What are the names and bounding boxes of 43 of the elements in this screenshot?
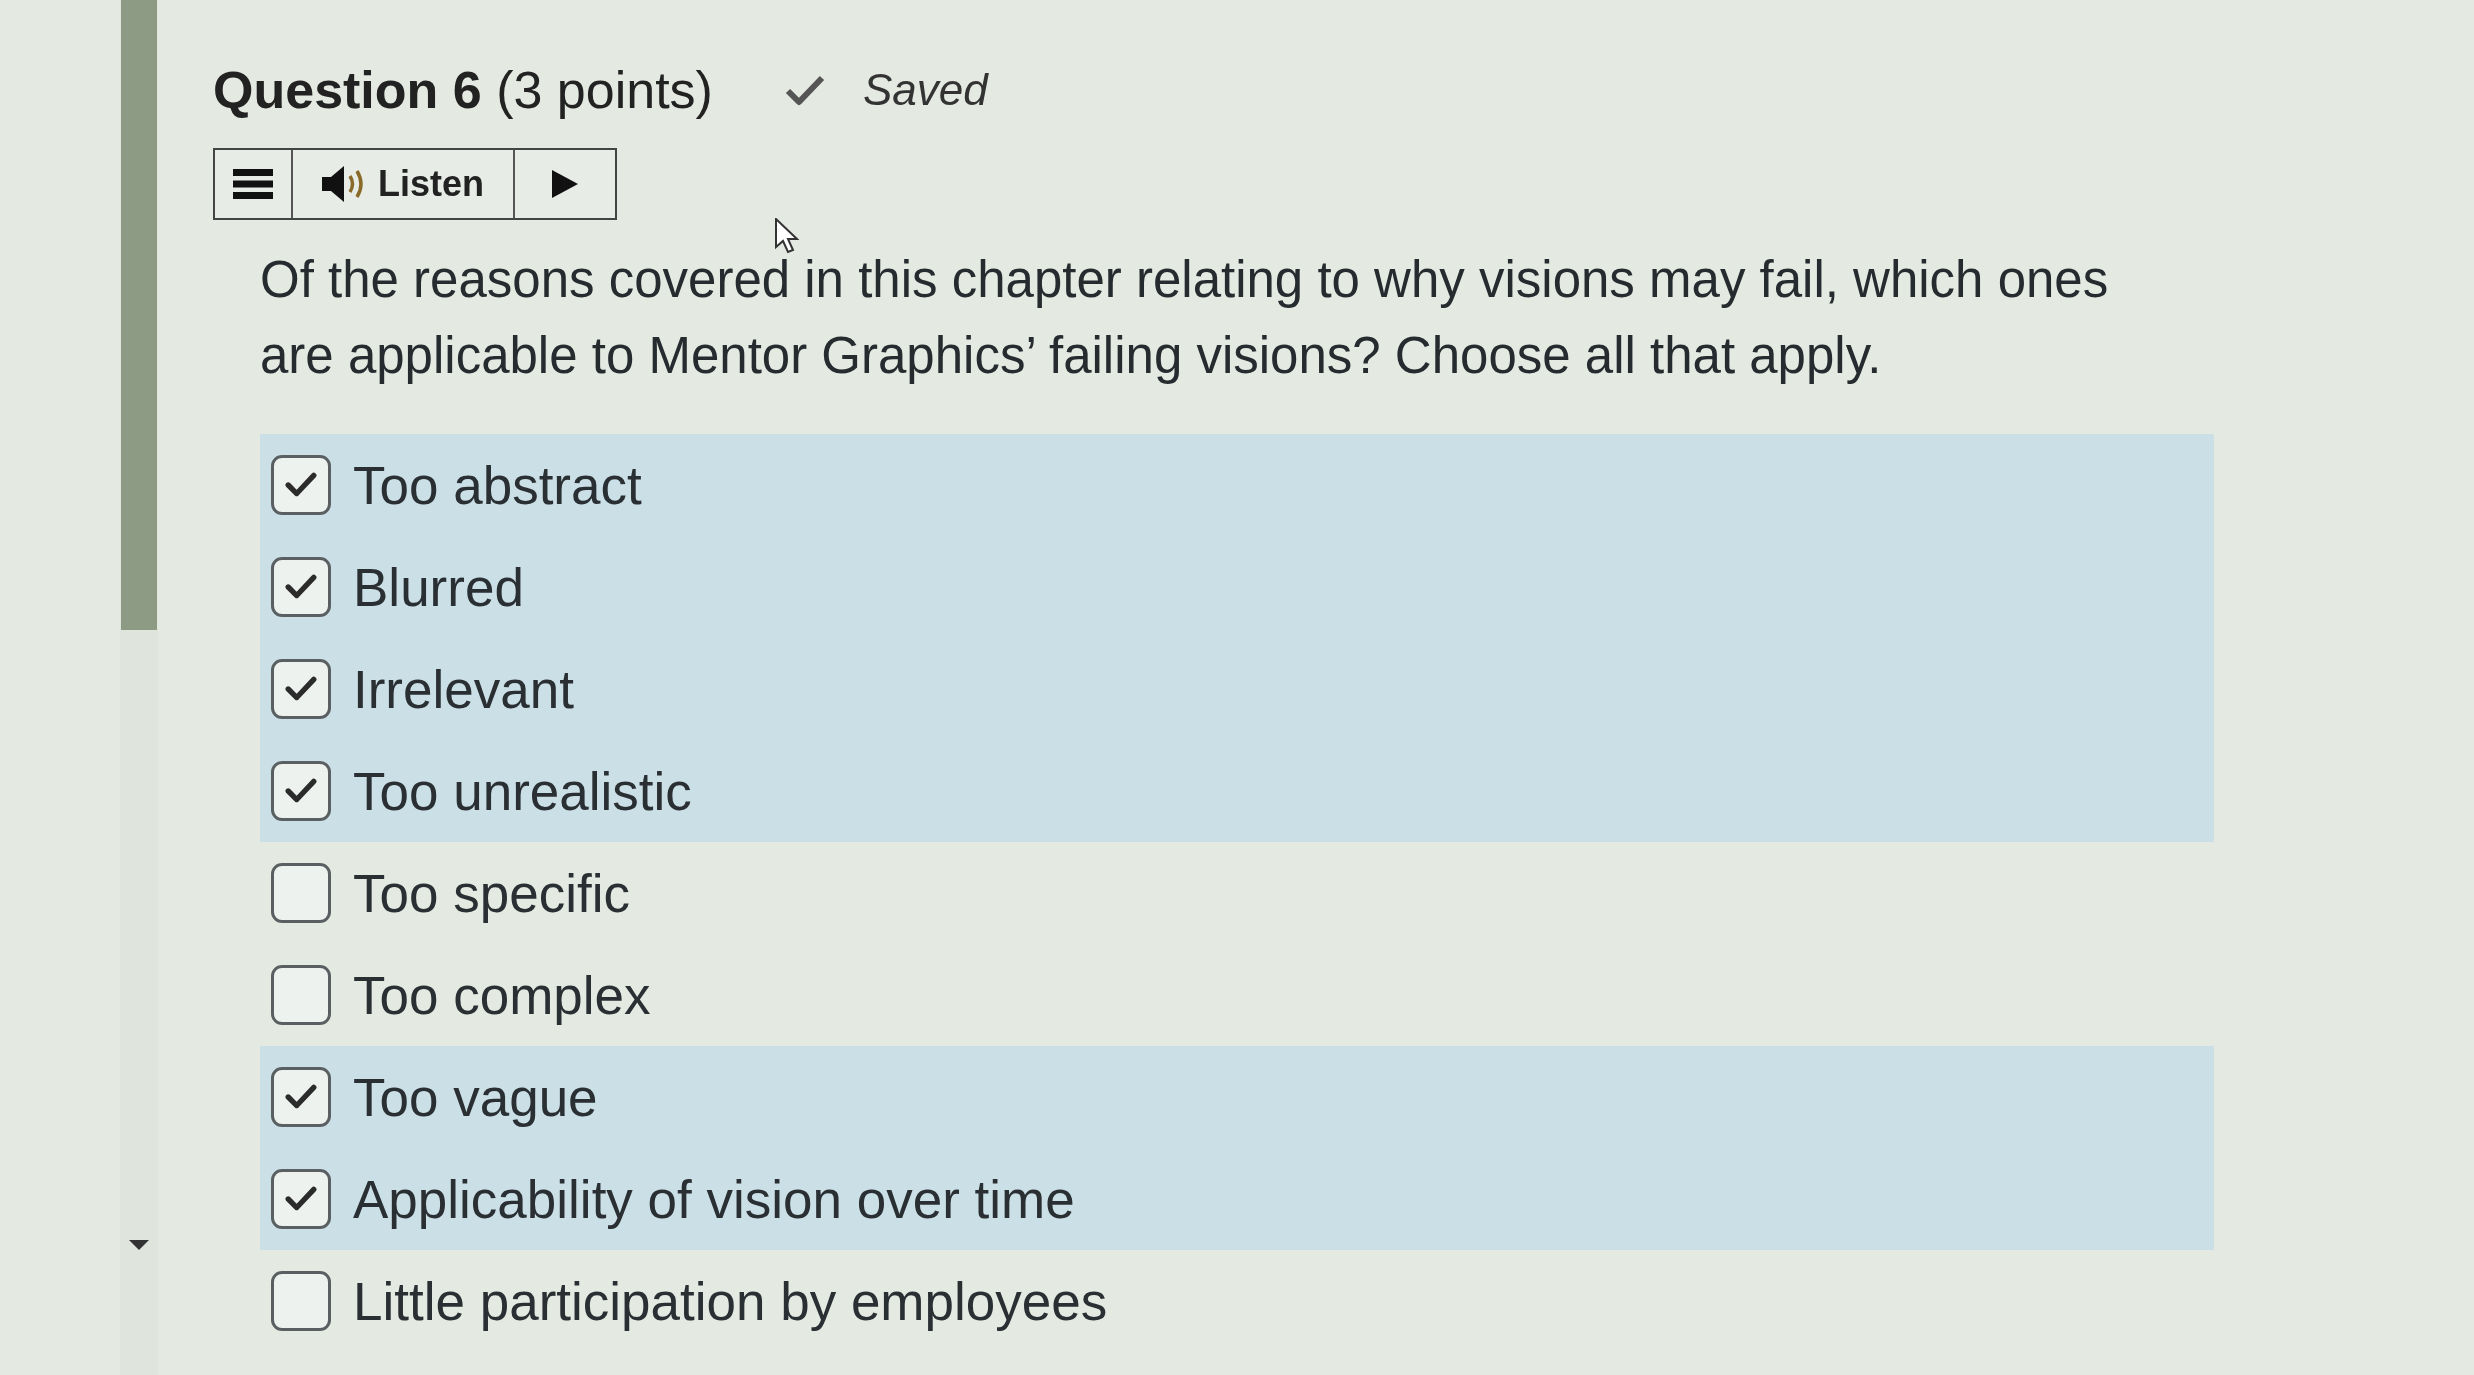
option-label: Too vague bbox=[353, 1066, 598, 1128]
answer-option[interactable]: Applicability of vision over time bbox=[260, 1148, 2214, 1250]
checkbox[interactable] bbox=[271, 1271, 331, 1331]
checkbox[interactable] bbox=[271, 761, 331, 821]
checkmark-icon bbox=[285, 1084, 317, 1110]
option-label: Too complex bbox=[353, 964, 651, 1026]
option-label: Too specific bbox=[353, 862, 630, 924]
question-text: Of the reasons covered in this chapter relating to why visions may fail, which ones are applicable to Mentor Graphics’ failing visions? Choose all that apply. bbox=[260, 250, 2110, 386]
answer-option[interactable]: Too vague bbox=[260, 1046, 2214, 1148]
option-label: Too abstract bbox=[353, 454, 642, 516]
checkmark-icon bbox=[285, 574, 317, 600]
save-status: Saved bbox=[862, 65, 988, 115]
option-label: Blurred bbox=[353, 556, 524, 618]
menu-icon bbox=[233, 169, 273, 199]
checkmark-icon bbox=[285, 676, 317, 702]
checkmark-icon bbox=[285, 472, 317, 498]
option-label: Too unrealistic bbox=[353, 760, 692, 822]
option-label: Applicability of vision over time bbox=[353, 1168, 1075, 1230]
scrollbar-thumb[interactable] bbox=[121, 0, 157, 630]
checkbox[interactable] bbox=[271, 557, 331, 617]
answer-option[interactable]: Irrelevant bbox=[260, 638, 2214, 740]
answer-option[interactable]: Too abstract bbox=[260, 434, 2214, 536]
listen-button[interactable]: Listen bbox=[293, 150, 515, 218]
answer-option[interactable]: Blurred bbox=[260, 536, 2214, 638]
answer-option[interactable]: Little participation by employees bbox=[260, 1250, 2214, 1352]
answer-option[interactable]: Too unrealistic bbox=[260, 740, 2214, 842]
mouse-pointer-icon bbox=[775, 218, 799, 254]
check-icon bbox=[784, 74, 825, 106]
answer-option[interactable]: Too complex bbox=[260, 944, 2214, 1046]
scroll-down-arrow-icon[interactable] bbox=[129, 1240, 149, 1250]
checkbox[interactable] bbox=[271, 455, 331, 515]
checkmark-icon bbox=[285, 778, 317, 804]
checkbox[interactable] bbox=[271, 863, 331, 923]
play-icon bbox=[552, 170, 578, 198]
checkbox[interactable] bbox=[271, 1169, 331, 1229]
question-title: Question 6 (3 points) bbox=[213, 60, 713, 120]
checkbox[interactable] bbox=[271, 1067, 331, 1127]
checkbox[interactable] bbox=[271, 659, 331, 719]
answer-option[interactable]: Too specific bbox=[260, 842, 2214, 944]
checkmark-icon bbox=[285, 1186, 317, 1212]
option-label: Irrelevant bbox=[353, 658, 574, 720]
option-label: Little participation by employees bbox=[353, 1270, 1108, 1332]
checkbox[interactable] bbox=[271, 965, 331, 1025]
